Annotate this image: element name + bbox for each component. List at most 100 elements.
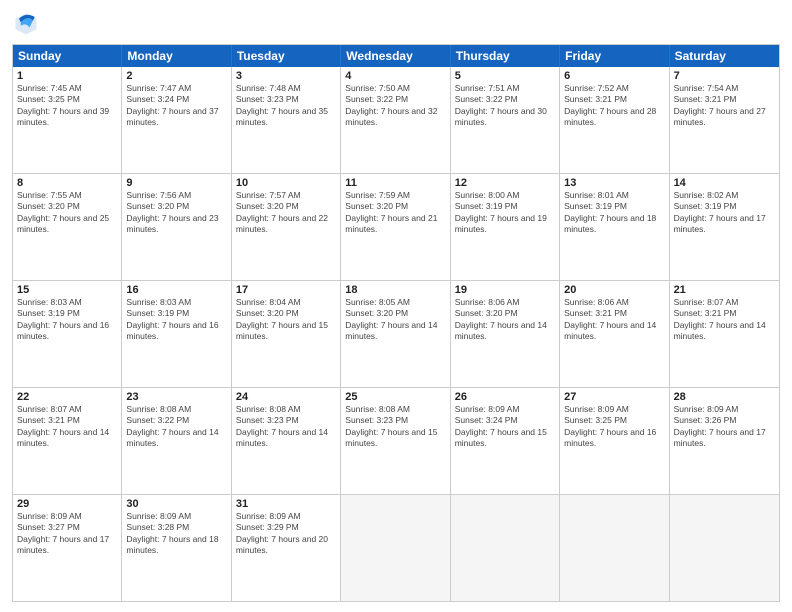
day-info: Sunrise: 8:09 AMSunset: 3:28 PMDaylight:… xyxy=(126,511,226,557)
calendar: SundayMondayTuesdayWednesdayThursdayFrid… xyxy=(12,44,780,602)
day-cell-24: 24Sunrise: 8:08 AMSunset: 3:23 PMDayligh… xyxy=(232,388,341,494)
day-number: 24 xyxy=(236,391,336,403)
day-cell-21: 21Sunrise: 8:07 AMSunset: 3:21 PMDayligh… xyxy=(670,281,779,387)
day-number: 10 xyxy=(236,177,336,189)
day-number: 11 xyxy=(345,177,445,189)
day-number: 4 xyxy=(345,70,445,82)
day-info: Sunrise: 7:45 AMSunset: 3:25 PMDaylight:… xyxy=(17,83,117,129)
day-number: 31 xyxy=(236,498,336,510)
day-cell-29: 29Sunrise: 8:09 AMSunset: 3:27 PMDayligh… xyxy=(13,495,122,601)
day-info: Sunrise: 8:09 AMSunset: 3:26 PMDaylight:… xyxy=(674,404,775,450)
day-cell-12: 12Sunrise: 8:00 AMSunset: 3:19 PMDayligh… xyxy=(451,174,560,280)
day-info: Sunrise: 7:55 AMSunset: 3:20 PMDaylight:… xyxy=(17,190,117,236)
day-info: Sunrise: 8:08 AMSunset: 3:23 PMDaylight:… xyxy=(345,404,445,450)
day-info: Sunrise: 7:51 AMSunset: 3:22 PMDaylight:… xyxy=(455,83,555,129)
day-cell-31: 31Sunrise: 8:09 AMSunset: 3:29 PMDayligh… xyxy=(232,495,341,601)
day-number: 20 xyxy=(564,284,664,296)
day-number: 7 xyxy=(674,70,775,82)
logo xyxy=(12,10,44,38)
day-info: Sunrise: 8:05 AMSunset: 3:20 PMDaylight:… xyxy=(345,297,445,343)
day-cell-10: 10Sunrise: 7:57 AMSunset: 3:20 PMDayligh… xyxy=(232,174,341,280)
day-number: 12 xyxy=(455,177,555,189)
day-cell-8: 8Sunrise: 7:55 AMSunset: 3:20 PMDaylight… xyxy=(13,174,122,280)
day-info: Sunrise: 8:09 AMSunset: 3:24 PMDaylight:… xyxy=(455,404,555,450)
day-cell-4: 4Sunrise: 7:50 AMSunset: 3:22 PMDaylight… xyxy=(341,67,450,173)
day-cell-15: 15Sunrise: 8:03 AMSunset: 3:19 PMDayligh… xyxy=(13,281,122,387)
day-cell-20: 20Sunrise: 8:06 AMSunset: 3:21 PMDayligh… xyxy=(560,281,669,387)
day-cell-30: 30Sunrise: 8:09 AMSunset: 3:28 PMDayligh… xyxy=(122,495,231,601)
empty-cell xyxy=(341,495,450,601)
day-cell-5: 5Sunrise: 7:51 AMSunset: 3:22 PMDaylight… xyxy=(451,67,560,173)
day-number: 6 xyxy=(564,70,664,82)
day-info: Sunrise: 8:06 AMSunset: 3:20 PMDaylight:… xyxy=(455,297,555,343)
calendar-body: 1Sunrise: 7:45 AMSunset: 3:25 PMDaylight… xyxy=(13,67,779,601)
header-wednesday: Wednesday xyxy=(341,45,450,67)
day-cell-11: 11Sunrise: 7:59 AMSunset: 3:20 PMDayligh… xyxy=(341,174,450,280)
empty-cell xyxy=(670,495,779,601)
day-info: Sunrise: 7:48 AMSunset: 3:23 PMDaylight:… xyxy=(236,83,336,129)
day-number: 13 xyxy=(564,177,664,189)
day-cell-6: 6Sunrise: 7:52 AMSunset: 3:21 PMDaylight… xyxy=(560,67,669,173)
day-cell-16: 16Sunrise: 8:03 AMSunset: 3:19 PMDayligh… xyxy=(122,281,231,387)
day-number: 26 xyxy=(455,391,555,403)
day-number: 16 xyxy=(126,284,226,296)
calendar-container: SundayMondayTuesdayWednesdayThursdayFrid… xyxy=(0,0,792,612)
day-number: 23 xyxy=(126,391,226,403)
day-number: 15 xyxy=(17,284,117,296)
logo-icon xyxy=(12,10,40,38)
header xyxy=(12,10,780,38)
day-cell-26: 26Sunrise: 8:09 AMSunset: 3:24 PMDayligh… xyxy=(451,388,560,494)
day-cell-27: 27Sunrise: 8:09 AMSunset: 3:25 PMDayligh… xyxy=(560,388,669,494)
day-info: Sunrise: 8:08 AMSunset: 3:23 PMDaylight:… xyxy=(236,404,336,450)
day-number: 5 xyxy=(455,70,555,82)
day-cell-17: 17Sunrise: 8:04 AMSunset: 3:20 PMDayligh… xyxy=(232,281,341,387)
day-info: Sunrise: 8:04 AMSunset: 3:20 PMDaylight:… xyxy=(236,297,336,343)
day-number: 21 xyxy=(674,284,775,296)
day-cell-3: 3Sunrise: 7:48 AMSunset: 3:23 PMDaylight… xyxy=(232,67,341,173)
day-info: Sunrise: 7:59 AMSunset: 3:20 PMDaylight:… xyxy=(345,190,445,236)
week-row-4: 22Sunrise: 8:07 AMSunset: 3:21 PMDayligh… xyxy=(13,387,779,494)
day-cell-13: 13Sunrise: 8:01 AMSunset: 3:19 PMDayligh… xyxy=(560,174,669,280)
day-info: Sunrise: 8:03 AMSunset: 3:19 PMDaylight:… xyxy=(17,297,117,343)
day-cell-25: 25Sunrise: 8:08 AMSunset: 3:23 PMDayligh… xyxy=(341,388,450,494)
day-cell-22: 22Sunrise: 8:07 AMSunset: 3:21 PMDayligh… xyxy=(13,388,122,494)
day-number: 9 xyxy=(126,177,226,189)
day-number: 3 xyxy=(236,70,336,82)
day-number: 8 xyxy=(17,177,117,189)
day-info: Sunrise: 8:02 AMSunset: 3:19 PMDaylight:… xyxy=(674,190,775,236)
day-number: 19 xyxy=(455,284,555,296)
day-info: Sunrise: 7:50 AMSunset: 3:22 PMDaylight:… xyxy=(345,83,445,129)
day-number: 22 xyxy=(17,391,117,403)
day-info: Sunrise: 7:54 AMSunset: 3:21 PMDaylight:… xyxy=(674,83,775,129)
day-number: 29 xyxy=(17,498,117,510)
day-info: Sunrise: 7:47 AMSunset: 3:24 PMDaylight:… xyxy=(126,83,226,129)
day-cell-18: 18Sunrise: 8:05 AMSunset: 3:20 PMDayligh… xyxy=(341,281,450,387)
day-number: 17 xyxy=(236,284,336,296)
week-row-5: 29Sunrise: 8:09 AMSunset: 3:27 PMDayligh… xyxy=(13,494,779,601)
day-info: Sunrise: 8:07 AMSunset: 3:21 PMDaylight:… xyxy=(17,404,117,450)
header-thursday: Thursday xyxy=(451,45,560,67)
empty-cell xyxy=(451,495,560,601)
empty-cell xyxy=(560,495,669,601)
header-saturday: Saturday xyxy=(670,45,779,67)
day-info: Sunrise: 8:09 AMSunset: 3:29 PMDaylight:… xyxy=(236,511,336,557)
week-row-1: 1Sunrise: 7:45 AMSunset: 3:25 PMDaylight… xyxy=(13,67,779,173)
day-info: Sunrise: 8:01 AMSunset: 3:19 PMDaylight:… xyxy=(564,190,664,236)
day-number: 1 xyxy=(17,70,117,82)
header-monday: Monday xyxy=(122,45,231,67)
day-cell-14: 14Sunrise: 8:02 AMSunset: 3:19 PMDayligh… xyxy=(670,174,779,280)
day-info: Sunrise: 8:06 AMSunset: 3:21 PMDaylight:… xyxy=(564,297,664,343)
day-cell-19: 19Sunrise: 8:06 AMSunset: 3:20 PMDayligh… xyxy=(451,281,560,387)
header-sunday: Sunday xyxy=(13,45,122,67)
day-info: Sunrise: 8:00 AMSunset: 3:19 PMDaylight:… xyxy=(455,190,555,236)
calendar-header: SundayMondayTuesdayWednesdayThursdayFrid… xyxy=(13,45,779,67)
day-number: 14 xyxy=(674,177,775,189)
day-cell-28: 28Sunrise: 8:09 AMSunset: 3:26 PMDayligh… xyxy=(670,388,779,494)
day-number: 2 xyxy=(126,70,226,82)
day-info: Sunrise: 8:03 AMSunset: 3:19 PMDaylight:… xyxy=(126,297,226,343)
day-number: 27 xyxy=(564,391,664,403)
day-info: Sunrise: 7:52 AMSunset: 3:21 PMDaylight:… xyxy=(564,83,664,129)
day-cell-2: 2Sunrise: 7:47 AMSunset: 3:24 PMDaylight… xyxy=(122,67,231,173)
week-row-2: 8Sunrise: 7:55 AMSunset: 3:20 PMDaylight… xyxy=(13,173,779,280)
day-info: Sunrise: 8:08 AMSunset: 3:22 PMDaylight:… xyxy=(126,404,226,450)
